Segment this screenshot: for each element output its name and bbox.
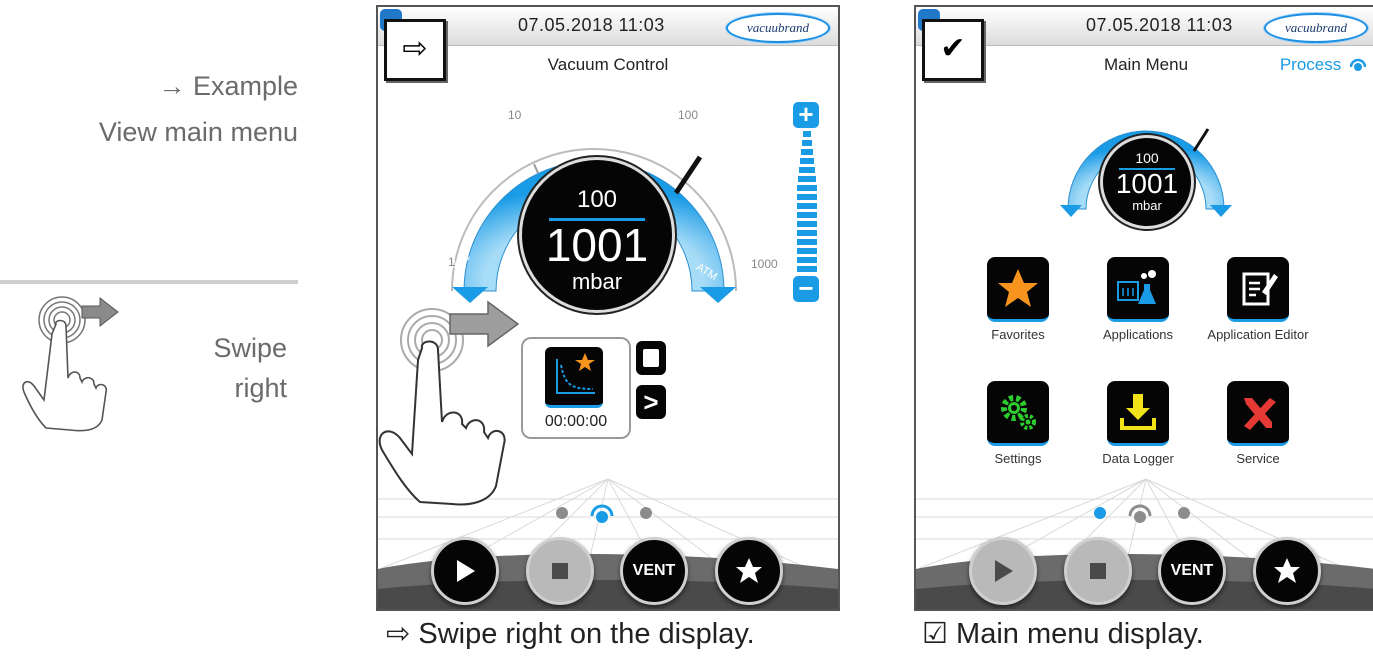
vacuum-curve-card[interactable]: 00:00:00 [521, 337, 631, 439]
tile-label: Application Editor [1207, 327, 1309, 342]
pressure-value: 1001 [545, 219, 649, 271]
tile-applications[interactable]: Applications [1078, 257, 1198, 342]
favorites-quick-button[interactable] [715, 537, 783, 605]
swipe-gesture-icon [22, 296, 119, 432]
scale-high: 100 [678, 108, 699, 122]
divider [0, 280, 298, 284]
right-caption: ☑ Main menu display. [922, 618, 1204, 650]
slider-tick [797, 194, 817, 200]
swipe-label-line2: right [234, 373, 287, 403]
task-timer: 00:00:00 [544, 413, 608, 430]
datetime: 07.05.2018 11:03 [1086, 15, 1233, 35]
tile-application-editor[interactable]: Application Editor [1198, 257, 1318, 342]
page-title: Vacuum Control [547, 55, 669, 74]
tile-settings[interactable]: Settings [958, 381, 1078, 466]
star-icon [736, 558, 762, 583]
favorites-quick-button[interactable] [1253, 537, 1321, 605]
slider-tick [797, 185, 817, 191]
tile-data-logger[interactable]: Data Logger [1078, 381, 1198, 466]
start-button[interactable] [969, 537, 1037, 605]
slider-tick [797, 248, 817, 254]
tile-label: Applications [1102, 327, 1174, 342]
tile-favorites[interactable]: Favorites [958, 257, 1078, 342]
pressure-unit: mbar [571, 269, 623, 294]
gauge-readout: 100 1001 mbar [1100, 135, 1194, 229]
slider-tick [801, 149, 813, 155]
list-button[interactable] [636, 341, 666, 375]
star-icon [987, 257, 1049, 322]
slider-tick [800, 158, 814, 164]
status-bar: 07.05.2018 11:03 vacuubrand [378, 7, 838, 46]
gauge-readout: 100 1001 mbar [519, 157, 675, 313]
play-icon [457, 560, 475, 582]
download-icon [1107, 381, 1169, 446]
scale-max: 1000 [751, 257, 778, 271]
gear-icon [987, 381, 1049, 446]
brand-logo: vacuubrand [1264, 13, 1368, 43]
increase-button[interactable]: + [793, 101, 819, 128]
main-menu-screen[interactable]: 07.05.2018 11:03 vacuubrand ✔ Main Menu … [914, 5, 1373, 611]
star-icon [1274, 558, 1300, 583]
setpoint-value: 100 [576, 186, 618, 213]
stop-button[interactable] [526, 537, 594, 605]
process-label: Process [1279, 55, 1342, 74]
vent-button[interactable]: VENT [620, 537, 688, 605]
process-indicator[interactable]: Process [1280, 55, 1366, 75]
next-button[interactable]: > [636, 385, 666, 419]
example-subheading: View main menu [98, 117, 298, 147]
edit-icon [1227, 257, 1289, 322]
stop-icon [552, 563, 568, 579]
slider-tick [797, 212, 817, 218]
page-indicator[interactable] [556, 502, 656, 524]
applications-icon [1107, 257, 1169, 322]
process-icon [1350, 58, 1366, 71]
slider-tick [797, 230, 817, 236]
left-caption: ⇨ Swipe right on the display. [386, 618, 755, 650]
stop-icon [1090, 563, 1106, 579]
scale-min: 1 [448, 255, 455, 269]
page-indicator[interactable] [1094, 502, 1194, 524]
scale-low: 10 [508, 108, 522, 122]
slider-tick [802, 140, 812, 146]
start-button[interactable] [431, 537, 499, 605]
slider-tick [797, 266, 817, 272]
vent-button[interactable]: VENT [1158, 537, 1226, 605]
slider-tick [797, 257, 817, 263]
tile-service[interactable]: Service [1198, 381, 1318, 466]
slider-tick [797, 239, 817, 245]
datetime: 07.05.2018 11:03 [518, 15, 665, 35]
play-icon [995, 560, 1013, 582]
slider-tick [798, 176, 816, 182]
status-bar: 07.05.2018 11:03 vacuubrand [916, 7, 1373, 46]
setpoint-slider[interactable]: + − [793, 101, 821, 302]
example-heading: → Example [158, 71, 298, 101]
swipe-hand-icon [378, 300, 520, 506]
brand-logo: vacuubrand [726, 13, 830, 43]
slider-tick [797, 203, 817, 209]
slider-tick [799, 167, 815, 173]
slider-tick [797, 221, 817, 227]
tile-label: Favorites [991, 327, 1045, 342]
slider-tick [803, 131, 811, 137]
wrench-icon [1227, 381, 1289, 446]
stop-button[interactable] [1064, 537, 1132, 605]
pressure-value: 1001 [1115, 168, 1179, 199]
swipe-label-line1: Swipe [213, 333, 287, 363]
decrease-button[interactable]: − [793, 275, 819, 302]
setpoint-value: 100 [1135, 150, 1159, 166]
pressure-unit: mbar [1132, 198, 1162, 213]
vacuum-curve-icon [545, 347, 603, 408]
